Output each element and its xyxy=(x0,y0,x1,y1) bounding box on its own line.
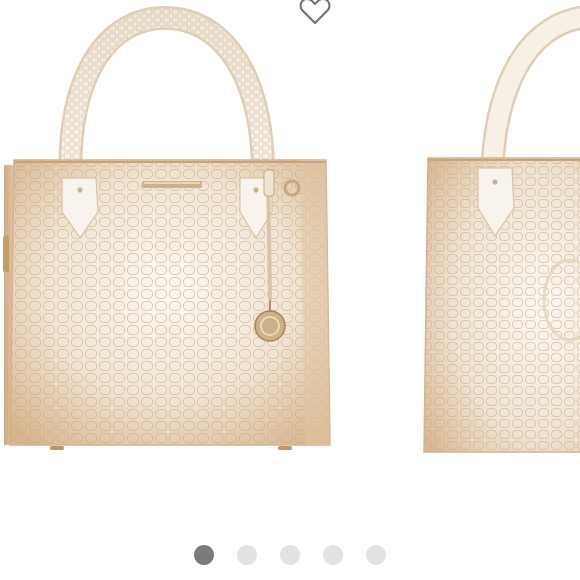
image-carousel[interactable] xyxy=(0,0,580,520)
handbag-side-image xyxy=(423,5,580,453)
carousel-pagination xyxy=(0,545,580,565)
carousel-dot-3[interactable] xyxy=(280,545,300,565)
product-image-side[interactable] xyxy=(420,0,580,470)
handbag-front-image xyxy=(3,5,331,450)
carousel-dot-2[interactable] xyxy=(237,545,257,565)
product-image-front[interactable] xyxy=(0,0,340,470)
heart-outline-icon xyxy=(299,0,331,24)
favorite-button[interactable] xyxy=(298,0,332,26)
carousel-dot-4[interactable] xyxy=(323,545,343,565)
carousel-dot-5[interactable] xyxy=(366,545,386,565)
carousel-dot-1[interactable] xyxy=(194,545,214,565)
